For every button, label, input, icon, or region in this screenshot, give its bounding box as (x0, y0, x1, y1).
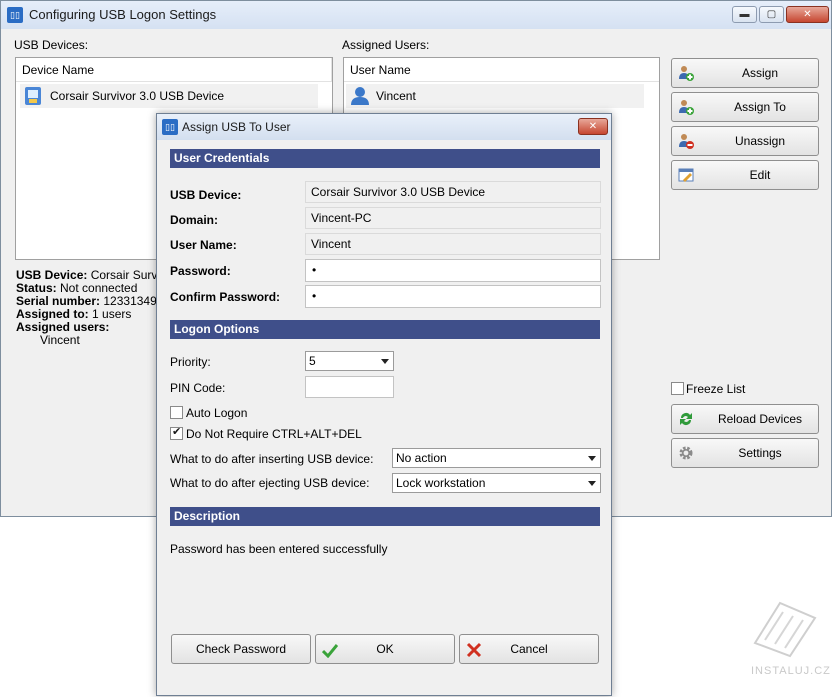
info-assigned-users-label: Assigned users: (16, 320, 110, 334)
dialog-titlebar[interactable]: ▯▯ Assign USB To User ✕ (157, 114, 611, 140)
device-name-column-header[interactable]: Device Name (16, 58, 332, 82)
assigned-users-label: Assigned Users: (342, 38, 430, 52)
user-name-header-label: User Name (350, 63, 411, 77)
no-ctrl-alt-del-checkbox[interactable] (170, 425, 183, 440)
check-password-button-label: Check Password (195, 642, 287, 656)
ok-button[interactable]: OK (315, 634, 455, 664)
watermark-logo-icon (753, 601, 817, 658)
user-credentials-header: User Credentials (170, 149, 600, 168)
after-insert-label: What to do after inserting USB device: (170, 452, 374, 466)
info-status-label: Status: (16, 281, 57, 295)
assign-button-label: Assign (741, 66, 779, 80)
description-header: Description (170, 507, 600, 526)
minimize-button[interactable]: ▬ (732, 6, 757, 23)
priority-label: Priority: (170, 355, 211, 369)
edit-icon (678, 168, 694, 182)
reload-devices-button-label: Reload Devices (717, 412, 803, 426)
remove-user-icon (679, 134, 694, 149)
refresh-icon (680, 413, 692, 425)
auto-logon-checkbox[interactable] (170, 406, 183, 419)
assign-to-button[interactable]: Assign To (671, 92, 819, 122)
dialog-usb-icon: ▯▯ (162, 119, 178, 135)
after-insert-select-value: No action (396, 451, 447, 465)
freeze-list-label: Freeze List (686, 382, 746, 396)
logon-options-header: Logon Options (170, 320, 600, 339)
check-password-button[interactable]: Check Password (171, 634, 311, 664)
reload-devices-button[interactable]: Reload Devices (671, 404, 819, 434)
device-list-item-label: Corsair Survivor 3.0 USB Device (50, 89, 225, 103)
freeze-list-checkbox[interactable] (671, 382, 684, 395)
checkmark-icon (322, 644, 338, 658)
cancel-x-icon (466, 642, 482, 658)
usb-device-label: USB Device: (170, 188, 242, 202)
user-list-item-label: Vincent (376, 89, 416, 103)
after-eject-label: What to do after ejecting USB device: (170, 476, 370, 490)
add-user-icon (679, 100, 694, 115)
confirm-password-label: Confirm Password: (170, 290, 281, 304)
after-eject-select-value: Lock workstation (396, 476, 486, 490)
pin-code-input[interactable] (305, 376, 394, 398)
info-status-value: Not connected (60, 281, 138, 295)
description-text: Password has been entered successfully (170, 542, 388, 556)
after-eject-select[interactable]: Lock workstation (392, 473, 601, 493)
assign-to-button-label: Assign To (734, 100, 786, 114)
header-divider (331, 58, 332, 82)
edit-button-label: Edit (749, 168, 771, 182)
user-icon (351, 87, 369, 105)
assign-usb-dialog: ▯▯ Assign USB To User ✕ User Credentials… (156, 113, 612, 696)
maximize-button[interactable]: ▢ (759, 6, 784, 23)
after-insert-select[interactable]: No action (392, 448, 601, 468)
dialog-title: Assign USB To User (182, 120, 291, 134)
confirm-password-input[interactable]: • (305, 285, 601, 308)
assign-button[interactable]: Assign (671, 58, 819, 88)
user-name-field: Vincent (305, 233, 601, 255)
app-usb-icon: ▯▯ (7, 7, 23, 23)
info-assigned-users-value: Vincent (40, 333, 80, 347)
domain-label: Domain: (170, 213, 218, 227)
settings-button-label: Settings (738, 446, 782, 460)
no-ctrl-alt-del-label: Do Not Require CTRL+ALT+DEL (186, 427, 362, 441)
device-name-header-label: Device Name (22, 63, 95, 77)
user-name-label: User Name: (170, 238, 237, 252)
device-info-panel: USB Device: Corsair Survivo Status: Not … (16, 269, 161, 347)
info-assigned-to-value: 1 users (92, 307, 132, 321)
domain-field: Vincent-PC (305, 207, 601, 229)
main-titlebar[interactable]: ▯▯ Configuring USB Logon Settings ▬ ▢ ✕ (1, 1, 831, 29)
pin-code-label: PIN Code: (170, 381, 226, 395)
auto-logon-label: Auto Logon (186, 406, 248, 420)
usb-device-icon (25, 87, 41, 105)
close-button[interactable]: ✕ (786, 6, 829, 23)
usb-device-field: Corsair Survivor 3.0 USB Device (305, 181, 601, 203)
settings-button[interactable]: Settings (671, 438, 819, 468)
cancel-button-label: Cancel (510, 642, 548, 656)
priority-select-value: 5 (309, 354, 316, 368)
user-name-column-header[interactable]: User Name (344, 58, 659, 82)
edit-button[interactable]: Edit (671, 160, 819, 190)
add-user-icon (679, 66, 694, 81)
priority-select[interactable]: 5 (305, 351, 394, 371)
info-serial-label: Serial number: (16, 294, 101, 308)
device-list-item[interactable]: Corsair Survivor 3.0 USB Device (20, 84, 318, 108)
password-label: Password: (170, 264, 231, 278)
cancel-button[interactable]: Cancel (459, 634, 599, 664)
chevron-down-icon (588, 456, 596, 461)
unassign-button-label: Unassign (734, 134, 786, 148)
ok-button-label: OK (376, 642, 394, 656)
dialog-close-button[interactable]: ✕ (578, 118, 608, 135)
chevron-down-icon (588, 481, 596, 486)
usb-devices-label: USB Devices: (14, 38, 89, 52)
unassign-button[interactable]: Unassign (671, 126, 819, 156)
gear-icon (679, 446, 693, 460)
chevron-down-icon (381, 359, 389, 364)
main-title: Configuring USB Logon Settings (29, 7, 217, 22)
info-assigned-to-label: Assigned to: (16, 307, 89, 321)
user-list-item[interactable]: Vincent (346, 84, 644, 108)
password-input[interactable]: • (305, 259, 601, 282)
watermark-text: INSTALUJ.CZ (751, 665, 831, 677)
info-serial-value: 123313492 (103, 294, 161, 308)
